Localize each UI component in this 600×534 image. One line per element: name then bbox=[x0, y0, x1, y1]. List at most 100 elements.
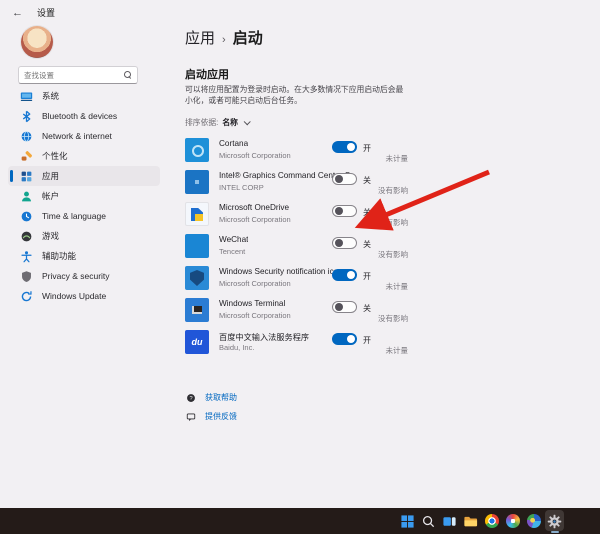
section-title: 启动应用 bbox=[185, 66, 229, 82]
sidebar-item-system[interactable]: 系统 bbox=[8, 86, 160, 106]
sidebar-item-label: Windows Update bbox=[42, 291, 106, 301]
startup-impact-label: 未计量 bbox=[386, 281, 409, 292]
taskbar-chrome-button[interactable] bbox=[481, 508, 502, 534]
sidebar-item-label: 应用 bbox=[42, 170, 59, 182]
sidebar-item-time-language[interactable]: Time & language bbox=[8, 206, 160, 226]
settings-search-box[interactable] bbox=[18, 66, 138, 84]
startup-app-row: Cortana Microsoft Corporation 开 未计量 bbox=[185, 136, 411, 168]
clock-icon bbox=[20, 210, 33, 223]
personalization-icon bbox=[20, 150, 33, 163]
app-publisher: Tencent bbox=[219, 247, 245, 256]
footer-link-label: 获取帮助 bbox=[205, 392, 237, 403]
startup-impact-label: 未计量 bbox=[386, 345, 409, 356]
startup-app-row: Windows Security notification icon Micro… bbox=[185, 264, 411, 296]
footer-link-label: 提供反馈 bbox=[205, 411, 237, 422]
toggle-state-label: 关 bbox=[363, 303, 371, 314]
sidebar-item-privacy[interactable]: Privacy & security bbox=[8, 266, 160, 286]
task-view-icon bbox=[442, 514, 457, 529]
sort-dropdown[interactable]: 排序依据: 名称 bbox=[185, 117, 249, 128]
page-title: 启动 bbox=[233, 27, 263, 48]
sidebar-item-apps[interactable]: 应用 bbox=[8, 166, 160, 186]
sidebar-item-accessibility[interactable]: 辅助功能 bbox=[8, 246, 160, 266]
chevron-down-icon bbox=[244, 118, 251, 125]
baidu-app-icon: du bbox=[185, 330, 209, 354]
onedrive-app-icon bbox=[185, 202, 209, 226]
taskbar-search-button[interactable] bbox=[418, 508, 439, 534]
app-publisher: Microsoft Corporation bbox=[219, 279, 291, 288]
sidebar-item-label: Bluetooth & devices bbox=[42, 111, 117, 121]
winsec-app-icon bbox=[185, 266, 209, 290]
sidebar-item-label: 游戏 bbox=[42, 230, 59, 242]
sidebar-item-network[interactable]: Network & internet bbox=[8, 126, 160, 146]
startup-impact-label: 未计量 bbox=[386, 153, 409, 164]
sidebar-item-personalization[interactable]: 个性化 bbox=[8, 146, 160, 166]
titlebar: ← 设置 bbox=[12, 6, 55, 19]
bluetooth-icon bbox=[20, 110, 33, 123]
breadcrumb-apps[interactable]: 应用 bbox=[185, 27, 215, 48]
startup-app-row: Intel® Graphics Command Center S... INTE… bbox=[185, 168, 411, 200]
taskbar-file-explorer-button[interactable] bbox=[460, 508, 481, 534]
photos-icon bbox=[526, 514, 541, 529]
startup-toggle[interactable] bbox=[332, 141, 357, 153]
file-explorer-icon bbox=[463, 514, 478, 529]
app-name: WeChat bbox=[219, 235, 248, 244]
startup-impact-label: 没有影响 bbox=[378, 313, 408, 324]
startup-toggle[interactable] bbox=[332, 173, 357, 185]
sidebar-item-label: 帐户 bbox=[42, 190, 59, 202]
start-icon bbox=[400, 514, 415, 529]
back-icon[interactable]: ← bbox=[12, 7, 23, 19]
startup-toggle[interactable] bbox=[332, 237, 357, 249]
intel-app-icon bbox=[185, 170, 209, 194]
search-input[interactable] bbox=[24, 71, 124, 80]
accessibility-icon bbox=[20, 250, 33, 263]
sidebar-item-label: Network & internet bbox=[42, 131, 112, 141]
toggle-state-label: 开 bbox=[363, 335, 371, 346]
selected-indicator bbox=[10, 170, 13, 182]
startup-toggle[interactable] bbox=[332, 301, 357, 313]
get-help-link[interactable]: ? 获取帮助 bbox=[186, 388, 237, 407]
taskbar-settings-button[interactable] bbox=[544, 508, 565, 534]
sort-value: 名称 bbox=[222, 117, 238, 128]
startup-toggle[interactable] bbox=[332, 333, 357, 345]
sidebar-item-label: 辅助功能 bbox=[42, 250, 76, 262]
toggle-state-label: 关 bbox=[363, 239, 371, 250]
sidebar-item-bluetooth[interactable]: Bluetooth & devices bbox=[8, 106, 160, 126]
startup-impact-label: 没有影响 bbox=[378, 217, 408, 228]
gear-icon bbox=[547, 514, 562, 529]
startup-impact-label: 没有影响 bbox=[378, 249, 408, 260]
footer-links: ? 获取帮助 提供反馈 bbox=[186, 388, 237, 426]
taskbar bbox=[0, 508, 600, 534]
sidebar-item-windows-update[interactable]: Windows Update bbox=[8, 286, 160, 306]
startup-toggle[interactable] bbox=[332, 205, 357, 217]
startup-app-row: WeChat Tencent 关 没有影响 bbox=[185, 232, 411, 264]
color-wheel-icon bbox=[505, 514, 520, 529]
sidebar-item-gaming[interactable]: 游戏 bbox=[8, 226, 160, 246]
wechat-app-icon bbox=[185, 234, 209, 258]
taskbar-start-button[interactable] bbox=[397, 508, 418, 534]
taskbar-edge-button[interactable] bbox=[502, 508, 523, 534]
app-name: 百度中文输入法服务程序 bbox=[219, 331, 309, 343]
app-publisher: INTEL CORP bbox=[219, 183, 264, 192]
sidebar-item-label: Time & language bbox=[42, 211, 106, 221]
svg-text:?: ? bbox=[189, 395, 192, 401]
app-name: Microsoft OneDrive bbox=[219, 203, 289, 212]
sort-label: 排序依据: bbox=[185, 117, 218, 128]
user-avatar[interactable] bbox=[21, 26, 53, 58]
startup-app-list: Cortana Microsoft Corporation 开 未计量 Inte… bbox=[185, 136, 411, 360]
give-feedback-link[interactable]: 提供反馈 bbox=[186, 407, 237, 426]
startup-toggle[interactable] bbox=[332, 269, 357, 281]
taskbar-task-view-button[interactable] bbox=[439, 508, 460, 534]
cortana-app-icon bbox=[185, 138, 209, 162]
sidebar-item-accounts[interactable]: 帐户 bbox=[8, 186, 160, 206]
sidebar-item-label: Privacy & security bbox=[42, 271, 110, 281]
shield-icon bbox=[20, 270, 33, 283]
window-title: 设置 bbox=[37, 6, 55, 19]
sidebar-item-label: 系统 bbox=[42, 90, 59, 102]
chrome-icon bbox=[484, 514, 499, 529]
startup-app-row: Windows Terminal Microsoft Corporation 关… bbox=[185, 296, 411, 328]
taskbar-photos-button[interactable] bbox=[523, 508, 544, 534]
startup-app-row: du 百度中文输入法服务程序 Baidu, Inc. 开 未计量 bbox=[185, 328, 411, 360]
apps-icon bbox=[20, 170, 33, 183]
startup-app-row: Microsoft OneDrive Microsoft Corporation… bbox=[185, 200, 411, 232]
app-name: Windows Security notification icon bbox=[219, 267, 343, 276]
